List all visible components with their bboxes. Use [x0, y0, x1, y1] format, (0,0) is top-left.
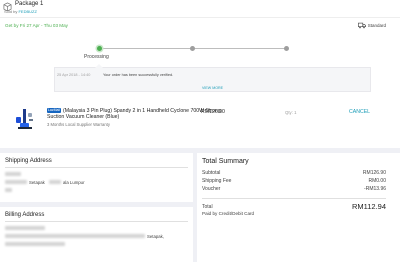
- package-divider: [0, 17, 400, 18]
- total-value: RM112.94: [351, 202, 386, 211]
- redacted-name: [5, 172, 21, 176]
- shipping-address-title: Shipping Address: [5, 158, 52, 164]
- status-time: 25 Apr 2018 - 14:40: [57, 73, 91, 77]
- shipping-address-fragment-2: ala Lumpur: [63, 180, 85, 185]
- summary-divider: [202, 198, 386, 199]
- package-card: Package 1 Sold by FEDBUZZ Get by Fri 27 …: [0, 0, 400, 148]
- product-quantity: Qty: 1: [285, 110, 297, 115]
- total-summary-card: Total Summary Subtotal RM126.90 Shipping…: [197, 153, 400, 262]
- timeline-step-shipped: [190, 46, 195, 51]
- billing-address-fragment: Setapak,: [147, 234, 164, 239]
- cancel-button[interactable]: CANCEL: [349, 109, 370, 115]
- voucher-label: Voucher: [202, 186, 221, 192]
- timeline-step-processing: [97, 46, 102, 51]
- total-label: Total: [202, 204, 213, 210]
- shipping-address-fragment-1: Setapak: [29, 180, 45, 185]
- redacted-billing-address: [5, 234, 145, 238]
- timeline-current-label: Processing: [84, 54, 109, 60]
- shipping-method-label: Standard: [367, 23, 386, 28]
- order-progress-timeline: [97, 45, 289, 53]
- shipping-fee-value: RM0.00: [368, 178, 386, 184]
- redacted-postcode: [5, 188, 12, 192]
- payment-method: Paid by Credit/Debit Card: [202, 211, 255, 216]
- redacted-address-mid: [49, 180, 61, 184]
- shipping-method: Standard: [357, 22, 386, 29]
- billing-address-card: Billing Address Setapak,: [0, 207, 193, 262]
- timeline-step-delivered: [284, 46, 289, 51]
- product-price: RM126.90: [201, 109, 225, 115]
- product-warranty: 3 Months Local Supplier Warranty: [47, 122, 110, 127]
- shipping-fee-label: Shipping Fee: [202, 178, 232, 184]
- shipping-address-divider: [5, 167, 188, 168]
- redacted-billing-name: [5, 226, 45, 230]
- package-header: Package 1 Sold by FEDBUZZ: [0, 0, 400, 16]
- package-title: Package 1: [15, 1, 44, 7]
- subtotal-value: RM126.90: [362, 170, 386, 176]
- sold-by-prefix: Sold by: [4, 9, 18, 14]
- status-caret: [95, 64, 103, 68]
- view-more-link[interactable]: VIEW MORE: [55, 86, 370, 90]
- sold-by: Sold by FEDBUZZ: [4, 9, 37, 14]
- billing-address-title: Billing Address: [5, 212, 45, 218]
- subtotal-label: Subtotal: [202, 170, 221, 176]
- summary-title: Total Summary: [202, 158, 249, 165]
- product-name[interactable]: (Malaysia 3 Pin Plug) Spandy 2 in 1 Hand…: [47, 108, 222, 121]
- seller-link[interactable]: FEDBUZZ: [18, 9, 36, 14]
- redacted-billing-city: [5, 242, 65, 246]
- redacted-address-start: [5, 180, 27, 184]
- voucher-value: -RM13.96: [364, 186, 386, 192]
- status-message: Your order has been successfully verifie…: [103, 73, 174, 77]
- status-update-box: 25 Apr 2018 - 14:40 Your order has been …: [54, 64, 371, 92]
- shipping-address-card: Shipping Address Setapak ala Lumpur: [0, 153, 193, 202]
- delivery-estimate: Get by Fri 27 Apr - Thu 03 May: [5, 23, 68, 28]
- product-image[interactable]: [14, 107, 36, 134]
- truck-icon: [357, 22, 366, 29]
- billing-address-divider: [5, 221, 188, 222]
